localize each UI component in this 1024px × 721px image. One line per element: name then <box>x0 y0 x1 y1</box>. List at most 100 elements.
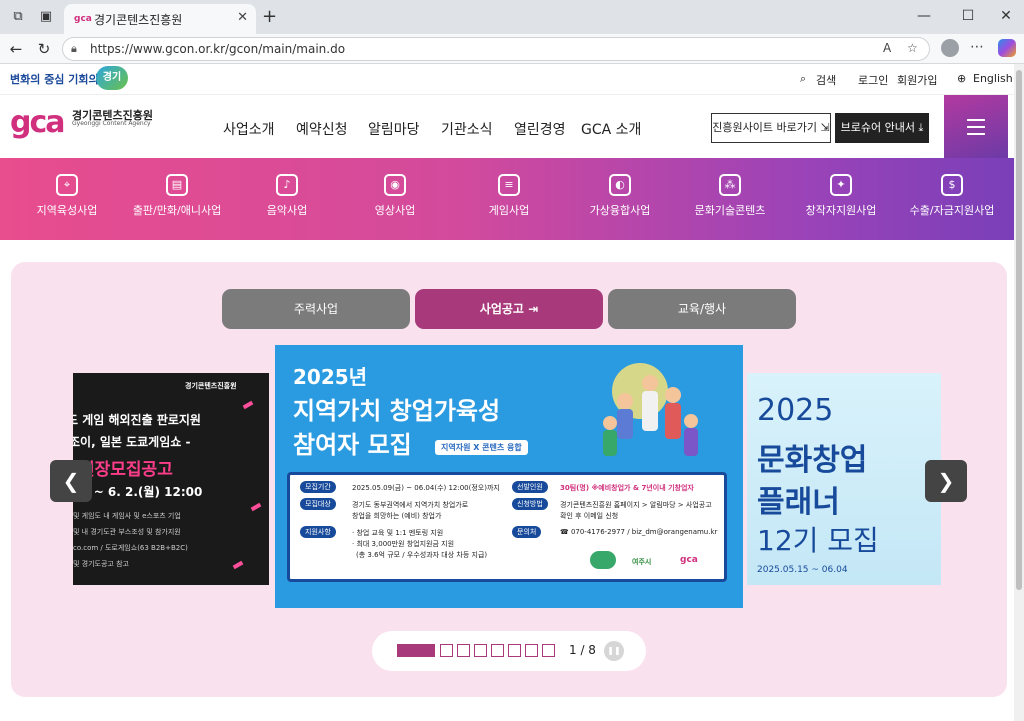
pager-indicator-5[interactable] <box>491 644 504 657</box>
url-text[interactable]: https://www.gcon.or.kr/gcon/main/main.do <box>90 42 345 56</box>
pager-indicator-1[interactable] <box>397 644 435 657</box>
slide-title-2: 참여자 모집 <box>293 431 412 459</box>
globe-icon[interactable]: ⊕ <box>957 72 966 85</box>
category-publishing[interactable]: ▤ 출판/만화/애니사업 <box>124 158 230 240</box>
next-slide-button[interactable]: ❯ <box>925 460 967 502</box>
sponsor-logo-icon <box>590 551 616 569</box>
slide-left-line1: 도 게임 해외진출 판로지원 <box>73 413 201 427</box>
category-culture-tech[interactable]: ⁂ 문화기술콘텐츠 <box>688 158 772 240</box>
enter-icon: ⇥ <box>528 302 539 316</box>
tab-business-notice[interactable]: 사업공고 ⇥ <box>415 289 603 329</box>
join-link[interactable]: 회원가입 <box>897 72 937 88</box>
category-label: 문화기술콘텐츠 <box>694 204 766 217</box>
download-icon: ⤓ <box>918 121 924 134</box>
close-window-icon[interactable]: ✕ <box>996 8 1016 24</box>
info-value: · 최대 3,000만원 창업지원금 지원 <box>352 540 455 548</box>
category-export[interactable]: $ 수출/자금지원사업 <box>902 158 1002 240</box>
scrollbar-thumb[interactable] <box>1016 70 1022 590</box>
gnb-news[interactable]: 기관소식 <box>441 119 493 139</box>
tab-education-event[interactable]: 교육/행사 <box>608 289 796 329</box>
address-bar[interactable]: 🔒︎ https://www.gcon.or.kr/gcon/main/main… <box>62 37 930 61</box>
minimize-icon[interactable]: — <box>914 8 934 24</box>
vr-head-icon: ◐ <box>609 174 631 196</box>
close-tab-icon[interactable]: ✕ <box>237 10 248 25</box>
new-tab-icon[interactable]: + <box>262 6 277 27</box>
category-video[interactable]: ◉ 영상사업 <box>360 158 430 240</box>
maximize-icon[interactable]: ☐ <box>958 8 978 24</box>
browser-tab[interactable]: gca 경기콘텐츠진흥원 ✕ <box>64 4 256 34</box>
slide-left-line2: 조이, 일본 도쿄게임쇼 - <box>73 435 191 449</box>
copilot-icon[interactable] <box>998 39 1016 57</box>
gnb-open-management[interactable]: 열린경영 <box>514 119 566 139</box>
slide-game-export[interactable]: 경기콘텐츠진흥원 도 게임 해외진출 판로지원 조이, 일본 도쿄게임쇼 - 연… <box>73 373 269 585</box>
network-icon: ⁂ <box>719 174 741 196</box>
notice-panel: 주력사업 사업공고 ⇥ 교육/행사 경기콘텐츠진흥원 도 게임 해외진출 판로지… <box>11 262 1007 697</box>
slide-regional-startup[interactable]: 2025년 지역가치 창업가육성 참여자 모집 지역자원 X 콘텐츠 융합 모집… <box>275 345 743 608</box>
pager-indicator-6[interactable] <box>508 644 521 657</box>
gnb-notice[interactable]: 알림마당 <box>368 119 420 139</box>
slide-culture-planner[interactable]: 2025 문화창업 플래너 12기 모집 2025.05.15 ~ 06.04 <box>747 373 941 585</box>
slide-org: 경기콘텐츠진흥원 <box>185 382 237 390</box>
pager-indicator-4[interactable] <box>474 644 487 657</box>
gca-favicon-icon: gca <box>74 14 92 24</box>
info-value: 창업을 희망하는 (예비) 창업가 <box>352 512 442 520</box>
menu-button[interactable] <box>944 95 1008 159</box>
info-value: · 창업 교육 및 1:1 멘토링 지원 <box>352 529 444 537</box>
category-regional[interactable]: ⌖ 지역육성사업 <box>25 158 109 240</box>
tab-business-notice-label: 사업공고 <box>479 302 524 316</box>
brochure-button[interactable]: 브로슈어 안내서 ⤓ <box>835 113 929 143</box>
lock-icon[interactable]: 🔒︎ <box>71 42 85 56</box>
pager-indicator-7[interactable] <box>525 644 538 657</box>
info-value: 경기도 동부권역에서 지역가치 창업가로 <box>352 501 469 509</box>
login-link[interactable]: 로그인 <box>858 72 888 88</box>
site-shortcut-button[interactable]: 진흥원사이트 바로가기 ⇲ <box>711 113 831 143</box>
info-key: 신청방법 <box>512 498 548 510</box>
gca-logo[interactable]: gca <box>10 105 68 141</box>
tab-list-icon[interactable]: ▣ <box>38 9 54 25</box>
pause-icon[interactable]: ❚❚ <box>604 641 624 661</box>
document-icon: ≡ <box>498 174 520 196</box>
gnb-about-gca[interactable]: GCA 소개 <box>581 119 641 139</box>
read-aloud-icon[interactable]: A <box>883 41 891 55</box>
back-icon[interactable]: ← <box>6 40 26 58</box>
prev-slide-button[interactable]: ❮ <box>50 460 92 502</box>
slide-right-title2: 플래너 <box>757 485 840 520</box>
tab-main-business[interactable]: 주력사업 <box>222 289 410 329</box>
category-creator[interactable]: ✦ 창작자지원사업 <box>797 158 885 240</box>
utility-bar: 변화의 중심 기회의 경기 ⌕ 검색 로그인 회원가입 ⊕ English <box>0 64 1014 94</box>
page-scrollbar[interactable] <box>1014 64 1024 721</box>
decor-dash <box>242 400 254 410</box>
settings-more-icon[interactable]: ⋯ <box>970 39 984 55</box>
hamburger-icon-line <box>967 133 985 135</box>
browser-titlebar: ⧉ ▣ gca 경기콘텐츠진흥원 ✕ + — ☐ ✕ <box>0 0 1024 34</box>
sponsor-yeoju: 여주시 <box>632 558 652 566</box>
category-label: 게임사업 <box>488 204 530 217</box>
search-icon[interactable]: ⌕ <box>800 72 806 86</box>
gnb-reservation[interactable]: 예약신청 <box>296 119 348 139</box>
music-icon: ♪ <box>276 174 298 196</box>
category-label: 수출/자금지원사업 <box>909 204 995 217</box>
slide-year: 2025년 <box>293 365 368 389</box>
slide-tag: 지역자원 X 콘텐츠 융합 <box>435 440 528 455</box>
gnb-business-intro[interactable]: 사업소개 <box>223 119 275 139</box>
hamburger-icon <box>967 119 985 121</box>
pager-indicator-8[interactable] <box>542 644 555 657</box>
tab-actions-icon[interactable]: ⧉ <box>10 9 26 25</box>
slide-left-small2: 및 내 경기도관 부스조성 및 참가지원 <box>73 528 181 536</box>
category-label: 가상융합사업 <box>589 204 651 217</box>
slide-pager: 1 / 8 ❚❚ <box>372 631 646 671</box>
info-key: 지원사항 <box>300 526 336 538</box>
category-music[interactable]: ♪ 음악사업 <box>252 158 322 240</box>
search-link[interactable]: 검색 <box>816 72 836 88</box>
refresh-icon[interactable]: ↻ <box>34 40 54 58</box>
english-link[interactable]: English <box>973 72 1013 85</box>
slide-left-line4: 록) ~ 6. 2.(월) 12:00 <box>73 485 203 499</box>
pager-indicator-2[interactable] <box>440 644 453 657</box>
category-virtual[interactable]: ◐ 가상융합사업 <box>582 158 658 240</box>
favorite-icon[interactable]: ☆ <box>907 41 918 55</box>
pager-indicator-3[interactable] <box>457 644 470 657</box>
category-game[interactable]: ≡ 게임사업 <box>474 158 544 240</box>
hamburger-icon-line <box>967 126 985 128</box>
logo-english-name: Gyeonggi Content Agency <box>72 120 151 127</box>
profile-avatar[interactable] <box>941 39 959 57</box>
